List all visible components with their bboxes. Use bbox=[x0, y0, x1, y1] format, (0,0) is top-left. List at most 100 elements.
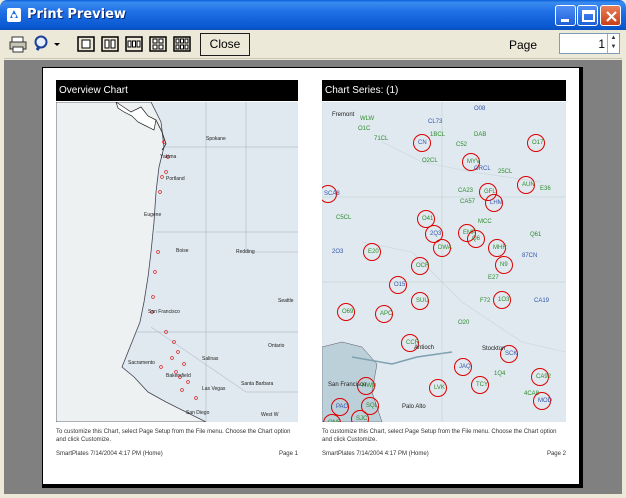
station-label: C52 bbox=[456, 142, 468, 148]
station-circle-label: O17 bbox=[532, 140, 544, 146]
overview-map-label: Spokane bbox=[206, 136, 226, 142]
overview-map-label: West W bbox=[261, 412, 279, 418]
close-window-button[interactable] bbox=[600, 5, 621, 26]
station-circle-label: 2Q3 bbox=[430, 231, 442, 237]
station-circle-label: LHM bbox=[490, 200, 503, 206]
airport-dot bbox=[151, 295, 155, 299]
six-pages-icon[interactable] bbox=[171, 33, 193, 55]
station-circle-label: OCR bbox=[416, 263, 430, 269]
station-label: 1BCL bbox=[430, 132, 446, 138]
station-label: C5CL bbox=[336, 215, 352, 221]
station-circle-label: MOD bbox=[538, 398, 552, 404]
station-label: 87CN bbox=[522, 253, 538, 259]
overview-map-label: Salinas bbox=[202, 356, 219, 362]
zoom-icon[interactable] bbox=[31, 33, 61, 55]
station-label: DAB bbox=[474, 132, 487, 138]
chart-series-header: Chart Series: (1) bbox=[322, 80, 566, 101]
station-label: E36 bbox=[540, 186, 551, 192]
airport-dot bbox=[160, 175, 164, 179]
airport-dot bbox=[180, 388, 184, 392]
station-circle-label: 1O3 bbox=[498, 297, 510, 303]
station-circle-label: ON5 bbox=[328, 420, 340, 422]
station-circle-label: APC bbox=[380, 311, 393, 317]
station-label: Q61 bbox=[530, 232, 542, 238]
station-label: O20 bbox=[458, 320, 470, 326]
spin-down-icon[interactable]: ▼ bbox=[608, 43, 619, 52]
station-circle-label: O15 bbox=[394, 282, 406, 288]
station-label: O2CL bbox=[422, 158, 438, 164]
app-icon bbox=[6, 7, 22, 23]
station-label: F72 bbox=[480, 298, 491, 304]
station-label: CL73 bbox=[428, 119, 443, 125]
station-circle-label: E20 bbox=[368, 249, 379, 255]
overview-map-label: Yakima bbox=[160, 154, 177, 160]
preview-area[interactable]: Overview Chart Spokane Yakima Portland Euge… bbox=[4, 60, 622, 494]
toolbar: Close Page 1 ▲ ▼ bbox=[4, 30, 622, 59]
station-circle-label: JAQ bbox=[459, 364, 471, 370]
overview-map-label: Bakersfield bbox=[166, 373, 191, 379]
station-circle-label: SCK bbox=[505, 351, 518, 357]
maximize-button[interactable] bbox=[577, 5, 598, 26]
spin-up-icon[interactable]: ▲ bbox=[608, 34, 619, 43]
airport-dot bbox=[194, 396, 198, 400]
four-pages-icon[interactable] bbox=[147, 33, 169, 55]
station-circle-label: AUN bbox=[522, 182, 535, 188]
station-label: CA23 bbox=[458, 188, 474, 194]
series-map[interactable]: O08 WLW O1C 71CL CL73 1BCL DAB O17 CN C52 O2CL MYV O… bbox=[322, 102, 566, 422]
overview-map-label: Seattle bbox=[278, 298, 294, 304]
overview-map-label: Sacramento bbox=[128, 360, 155, 366]
overview-map-label: Redding bbox=[236, 249, 255, 255]
station-circle-label: N9 bbox=[500, 262, 508, 268]
page1-meta: SmartPlates 7/14/2004 4:17 PM (Home) bbox=[56, 451, 163, 457]
station-circle-label: SCA8 bbox=[324, 191, 340, 197]
station-circle-label: CN bbox=[418, 140, 427, 146]
overview-map-label: Santa Barbara bbox=[241, 381, 274, 387]
station-label: 25CL bbox=[498, 169, 513, 175]
close-button[interactable]: Close bbox=[200, 33, 250, 56]
station-circle-label: PAO bbox=[336, 404, 349, 410]
overview-map-label: Portland bbox=[166, 176, 185, 182]
overview-map[interactable]: Spokane Yakima Portland Eugene Boise Redding S… bbox=[56, 102, 298, 422]
airport-dot bbox=[158, 190, 162, 194]
window-title: Print Preview bbox=[27, 7, 126, 22]
overview-map-label: Las Vegas bbox=[202, 386, 226, 392]
airport-dot bbox=[182, 362, 186, 366]
station-circle-label: O69 bbox=[342, 309, 354, 315]
printer-icon[interactable] bbox=[7, 33, 29, 55]
station-label: CA57 bbox=[460, 199, 476, 205]
station-label: 1Q4 bbox=[494, 371, 506, 377]
station-circle-label: SUU bbox=[416, 298, 429, 304]
page2-number: Page 2 bbox=[546, 451, 566, 457]
place-label: San Francisco bbox=[328, 382, 367, 388]
station-circle-label: SJC bbox=[356, 416, 368, 422]
airport-dot bbox=[186, 380, 190, 384]
station-label: O08 bbox=[474, 106, 486, 112]
station-circle-label: TCY bbox=[476, 382, 488, 388]
overview-map-label: San Francisco bbox=[148, 309, 180, 315]
minimize-button[interactable] bbox=[555, 5, 576, 26]
station-circle-label: MYV bbox=[467, 159, 481, 165]
page1-number: Page 1 bbox=[278, 451, 298, 457]
page-spinner[interactable]: 1 ▲ ▼ bbox=[559, 33, 620, 54]
title-bar[interactable]: Print Preview bbox=[0, 0, 626, 30]
station-label: ORCL bbox=[474, 166, 491, 172]
page-label: Page bbox=[509, 38, 538, 52]
airport-dot bbox=[153, 270, 157, 274]
airport-dot bbox=[170, 356, 174, 360]
page-value[interactable]: 1 bbox=[598, 37, 605, 51]
two-pages-icon[interactable] bbox=[99, 33, 121, 55]
station-label: MCC bbox=[478, 219, 492, 225]
station-circle-label: DWA bbox=[438, 245, 452, 251]
preview-paper: Overview Chart Spokane Yakima Portland Euge… bbox=[42, 67, 583, 488]
place-label: Fremont bbox=[332, 112, 355, 118]
station-circle-label: MHR bbox=[493, 245, 507, 251]
station-circle-label: O41 bbox=[422, 216, 434, 222]
one-page-icon[interactable] bbox=[75, 33, 97, 55]
station-label: WLW bbox=[360, 116, 375, 122]
airport-dot bbox=[156, 250, 160, 254]
page2-meta: SmartPlates 7/14/2004 4:17 PM (Home) bbox=[322, 451, 429, 457]
station-label: O1C bbox=[358, 126, 371, 132]
three-pages-icon[interactable] bbox=[123, 33, 145, 55]
station-circle-label: LVK bbox=[434, 385, 445, 391]
station-label: 2O3 bbox=[332, 249, 344, 255]
